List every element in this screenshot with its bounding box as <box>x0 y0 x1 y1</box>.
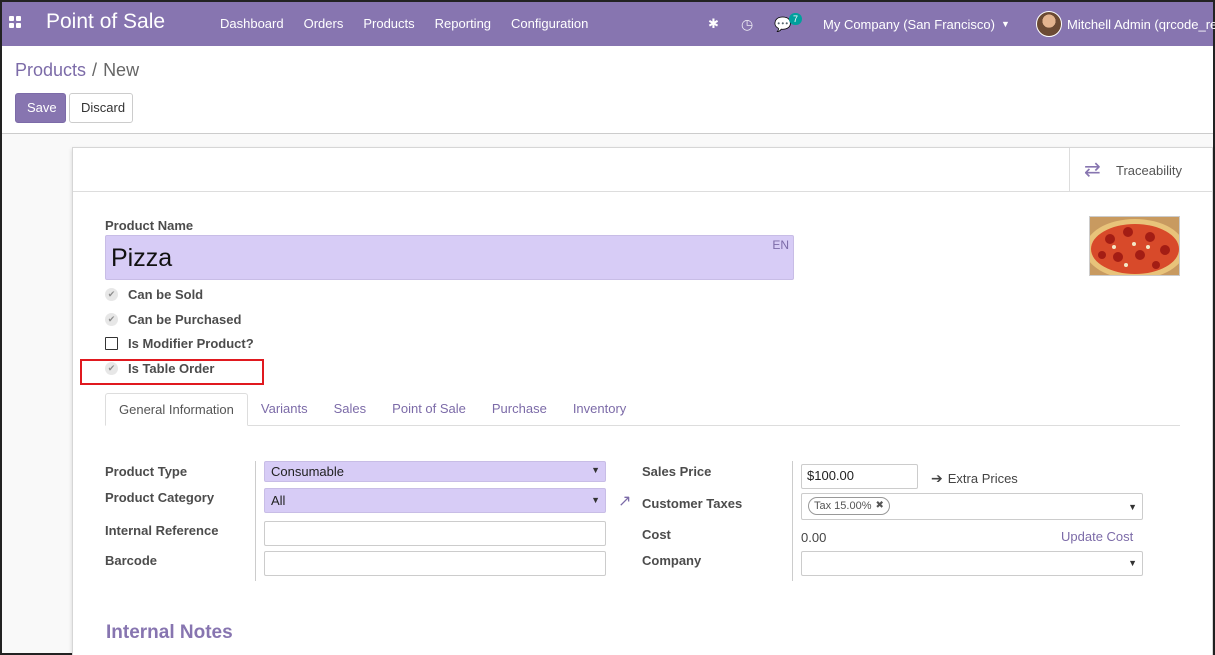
user-avatar[interactable] <box>1036 11 1062 37</box>
form-sheet: ⇄ Traceability Product Name Pizza EN ✔ C… <box>72 147 1213 655</box>
company-select[interactable]: ▼ <box>801 551 1143 576</box>
can-be-sold-row: ✔ Can be Sold <box>105 287 203 302</box>
menu-orders[interactable]: Orders <box>304 16 344 31</box>
customer-taxes-label: Customer Taxes <box>642 496 743 511</box>
tab-point-of-sale[interactable]: Point of Sale <box>379 393 479 426</box>
barcode-input[interactable] <box>264 551 606 576</box>
breadcrumb: Products / New <box>15 60 139 81</box>
menu-configuration[interactable]: Configuration <box>511 16 588 31</box>
breadcrumb-separator: / <box>92 60 98 80</box>
messaging-chat-icon[interactable]: 💬 <box>774 2 791 46</box>
save-button[interactable]: Save <box>15 93 66 123</box>
product-type-value: Consumable <box>271 464 344 479</box>
product-type-select[interactable]: Consumable ▼ <box>264 461 606 482</box>
tab-purchase[interactable]: Purchase <box>479 393 560 426</box>
product-type-label: Product Type <box>105 464 188 479</box>
traceability-label: Traceability <box>1116 162 1182 178</box>
tax-tag-label: Tax 15.00% <box>814 500 872 512</box>
is-modifier-label: Is Modifier Product? <box>128 336 254 351</box>
menu-dashboard[interactable]: Dashboard <box>220 16 284 31</box>
menu-reporting[interactable]: Reporting <box>435 16 491 31</box>
barcode-label: Barcode <box>105 553 158 568</box>
chevron-down-icon: ▼ <box>1000 19 1010 29</box>
is-modifier-checkbox[interactable] <box>105 337 118 350</box>
product-category-select[interactable]: All ▼ <box>264 488 606 513</box>
traceability-button[interactable]: ⇄ Traceability <box>1069 148 1212 192</box>
right-group-divider <box>792 461 793 581</box>
can-be-sold-label: Can be Sold <box>128 287 204 302</box>
cost-value: 0.00 <box>801 530 827 545</box>
dropdown-arrow-icon: ▼ <box>591 495 600 505</box>
top-navbar: Point of Sale Dashboard Orders Products … <box>2 2 1215 46</box>
extra-prices-label: Extra Prices <box>947 471 1018 486</box>
highlight-annotation-box <box>80 359 264 385</box>
tab-variants[interactable]: Variants <box>248 393 321 426</box>
tab-general-information[interactable]: General Information <box>105 393 248 426</box>
internal-reference-input[interactable] <box>264 521 606 546</box>
menu-products[interactable]: Products <box>363 16 414 31</box>
internal-reference-label: Internal Reference <box>105 523 219 538</box>
is-modifier-row: Is Modifier Product? <box>105 336 254 351</box>
company-name: My Company (San Francisco) <box>823 16 995 32</box>
sales-price-label: Sales Price <box>642 464 712 479</box>
dropdown-arrow-icon: ▼ <box>1128 558 1137 568</box>
product-name-input[interactable]: Pizza EN <box>105 235 794 280</box>
activity-clock-icon[interactable]: ◷ <box>741 2 753 46</box>
internal-notes-title: Internal Notes <box>106 622 233 643</box>
sales-price-value: $100.00 <box>807 468 854 483</box>
notebook-tabs: General Information Variants Sales Point… <box>105 393 1180 426</box>
can-be-purchased-label: Can be Purchased <box>128 312 242 327</box>
pizza-image-icon <box>1090 217 1179 275</box>
translate-lang-button[interactable]: EN <box>772 238 789 252</box>
update-cost-button[interactable]: Update Cost <box>1061 529 1133 544</box>
remove-tag-icon[interactable]: ✖ <box>875 498 883 514</box>
product-name-label: Product Name <box>105 218 194 233</box>
arrow-right-icon: ➔ <box>931 470 943 486</box>
chat-count-badge: 7 <box>789 13 803 25</box>
dropdown-arrow-icon: ▼ <box>591 465 600 475</box>
sales-price-input[interactable]: $100.00 <box>801 464 918 489</box>
smart-button-box: ⇄ Traceability <box>73 148 1212 192</box>
dropdown-arrow-icon: ▼ <box>1128 502 1137 512</box>
product-category-value: All <box>271 493 286 508</box>
exchange-arrows-icon: ⇄ <box>1084 159 1101 181</box>
can-be-purchased-checkbox[interactable]: ✔ <box>105 313 118 326</box>
left-group-divider <box>255 461 256 581</box>
company-switcher[interactable]: My Company (San Francisco) ▼ <box>823 2 1010 46</box>
product-name-value: Pizza <box>111 244 173 272</box>
tab-sales[interactable]: Sales <box>321 393 380 426</box>
apps-menu-icon[interactable] <box>9 16 21 28</box>
app-brand[interactable]: Point of Sale <box>46 10 165 34</box>
product-category-label: Product Category <box>105 490 215 505</box>
customer-taxes-input[interactable]: Tax 15.00% ✖ ▼ <box>801 493 1143 520</box>
company-label: Company <box>642 553 702 568</box>
extra-prices-button[interactable]: ➔ Extra Prices <box>931 470 1018 487</box>
product-image[interactable] <box>1089 216 1180 276</box>
breadcrumb-current: New <box>103 60 140 80</box>
user-menu[interactable]: Mitchell Admin (qrcode_re <box>1067 2 1215 46</box>
tax-tag: Tax 15.00% ✖ <box>808 497 890 515</box>
can-be-purchased-row: ✔ Can be Purchased <box>105 312 241 327</box>
debug-bug-icon[interactable]: ✱ <box>708 2 719 46</box>
tab-inventory[interactable]: Inventory <box>560 393 639 426</box>
discard-button[interactable]: Discard <box>69 93 133 123</box>
can-be-sold-checkbox[interactable]: ✔ <box>105 288 118 301</box>
cost-label: Cost <box>642 527 671 542</box>
external-link-icon[interactable]: ↗ <box>618 491 631 511</box>
main-menu: Dashboard Orders Products Reporting Conf… <box>220 16 608 31</box>
breadcrumb-products[interactable]: Products <box>15 60 86 80</box>
